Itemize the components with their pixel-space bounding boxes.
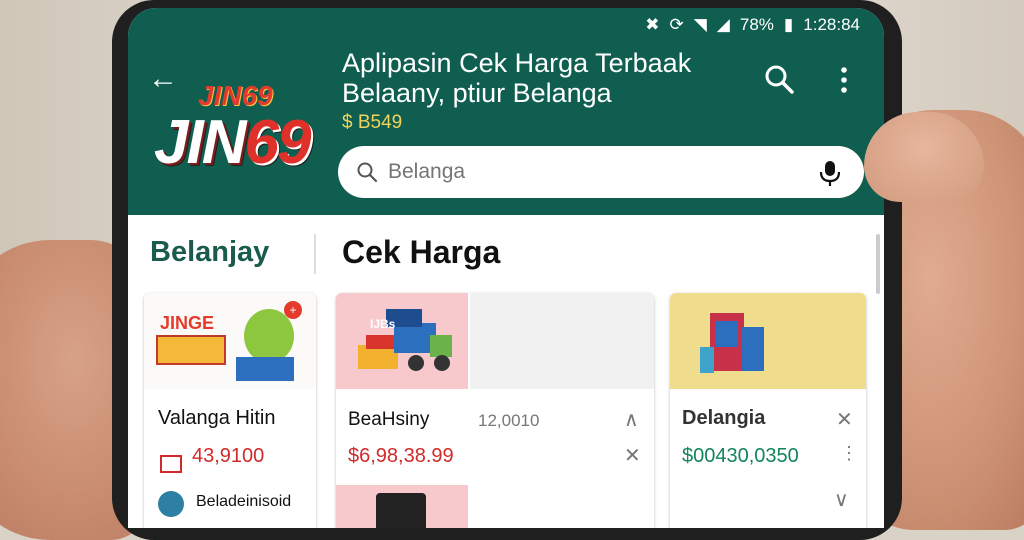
thumbnail-label: IJBs — [370, 317, 396, 331]
battery-percent: 78% — [739, 15, 774, 34]
right-thumb — [864, 112, 984, 202]
search-bar[interactable] — [338, 146, 864, 198]
section-title-belanja: Belanjay — [150, 236, 270, 268]
app-header: ✖ ⟳ ◥ ◢ 78% ▮ 1:28:84 ← JIN69 JIN69 Apli… — [128, 8, 884, 215]
product-thumbnail: JINGE + — [144, 293, 316, 389]
device-image — [376, 493, 426, 528]
more-options-icon[interactable] — [838, 66, 850, 94]
product-title: Valanga Hitin — [158, 407, 276, 429]
more-dots-icon[interactable]: ⋮ — [840, 443, 858, 464]
search-input[interactable] — [386, 159, 790, 185]
clock: 1:28:84 — [803, 15, 860, 34]
close-icon[interactable]: ✕ — [624, 443, 641, 468]
seller-name: Beladeinisoid — [196, 493, 292, 510]
back-arrow-icon[interactable]: ← — [148, 64, 178, 94]
product-thumbnail-placeholder — [470, 293, 654, 389]
header-price-badge: $ B549 — [342, 112, 403, 133]
product-thumbnail — [670, 293, 866, 389]
product-title: BeaHsiny — [348, 409, 430, 430]
collapse-chevron-icon[interactable]: ∧ — [624, 407, 639, 432]
status-bar: ✖ ⟳ ◥ ◢ 78% ▮ 1:28:84 — [645, 14, 860, 36]
logo-big-part1: JIN — [154, 108, 246, 177]
product-price: 43,9100 — [192, 445, 265, 467]
section-title-cek-harga: Cek Harga — [342, 234, 501, 270]
product-card[interactable]: IJBs BeaHsiny 12,0010 ∧ $6,98,38.99 ✕ — [336, 293, 654, 528]
sync-icon: ⟳ — [669, 15, 684, 34]
product-price: $6,98,38.99 — [348, 445, 454, 467]
search-icon[interactable] — [764, 64, 794, 94]
logo-big: JIN69 — [154, 108, 311, 177]
thumbnail-logo: JINGE — [160, 313, 215, 333]
promo-sign — [156, 335, 226, 365]
add-badge-icon: + — [284, 301, 302, 319]
product-sub-value: 12,0010 — [478, 411, 540, 430]
seller-avatar — [158, 491, 184, 517]
product-title: Delangia — [682, 407, 766, 429]
product-card[interactable]: Delangia ✕ $00430,0350 ⋮ ∨ — [670, 293, 866, 528]
app-title: Aplipasin Cek Harga Terbaak Belaany, pti… — [342, 48, 692, 108]
close-icon[interactable]: ✕ — [836, 407, 853, 432]
scrollbar[interactable] — [876, 234, 880, 294]
product-card[interactable]: JINGE + Valanga Hitin 43,9100 Beladeinis… — [144, 293, 316, 528]
product-price: $00430,0350 — [682, 445, 799, 467]
battery-icon: ▮ — [783, 15, 794, 34]
signal-icon: ◢ — [716, 15, 730, 34]
microphone-icon[interactable] — [818, 159, 842, 187]
product-thumbnail: IJBs — [336, 293, 468, 389]
toy-blocks-image — [358, 309, 452, 371]
mute-icon: ✖ — [645, 15, 660, 34]
product-box-image — [236, 357, 294, 381]
logo-big-part2: 69 — [244, 108, 311, 177]
search-field-icon — [357, 162, 378, 183]
phone-screen: ✖ ⟳ ◥ ◢ 78% ▮ 1:28:84 ← JIN69 JIN69 Apli… — [128, 8, 884, 528]
price-tag-icon — [160, 455, 182, 473]
wifi-icon: ◥ — [693, 15, 707, 34]
expand-chevron-icon[interactable]: ∨ — [834, 487, 849, 512]
section-divider — [314, 234, 316, 274]
gadget-image — [700, 313, 764, 373]
